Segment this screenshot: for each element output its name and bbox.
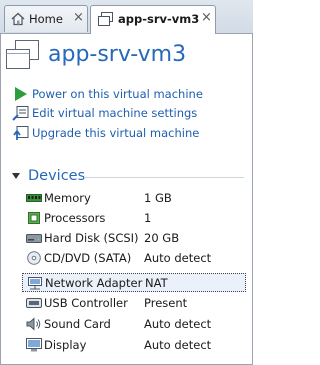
section-divider bbox=[84, 177, 244, 178]
vm-large-icon bbox=[6, 40, 40, 73]
tab-home[interactable]: Home × bbox=[4, 5, 88, 32]
tab-app-srv-vm3[interactable]: app-srv-vm3 × bbox=[90, 5, 216, 34]
upgrade-action[interactable]: Upgrade this virtual machine bbox=[12, 124, 199, 142]
device-row-memory[interactable]: Memory 1 GB bbox=[22, 189, 246, 208]
edit-settings-action[interactable]: Edit virtual machine settings bbox=[12, 104, 197, 122]
edit-settings-label: Edit virtual machine settings bbox=[32, 106, 198, 120]
upgrade-label: Upgrade this virtual machine bbox=[32, 126, 200, 140]
network-adapter-icon bbox=[27, 276, 43, 290]
device-value: Auto detect bbox=[144, 251, 212, 265]
tab-vm-close-icon[interactable]: × bbox=[201, 10, 212, 25]
device-name: USB Controller bbox=[44, 296, 128, 310]
devices-title: Devices bbox=[28, 168, 86, 184]
upgrade-icon bbox=[12, 125, 30, 141]
devices-section-header[interactable]: Devices bbox=[12, 168, 85, 184]
hard-disk-icon bbox=[26, 231, 42, 245]
device-name: Display bbox=[44, 338, 87, 352]
processor-icon bbox=[26, 211, 42, 225]
vm-tab-icon bbox=[98, 12, 113, 29]
home-icon bbox=[11, 12, 25, 29]
tab-home-label: Home bbox=[29, 12, 63, 26]
memory-icon bbox=[26, 191, 42, 205]
collapse-triangle-icon[interactable] bbox=[12, 173, 20, 179]
device-row-display[interactable]: Display Auto detect bbox=[22, 336, 246, 355]
device-row-network-adapter[interactable]: Network Adapter NAT bbox=[22, 273, 246, 292]
cd-dvd-icon bbox=[26, 251, 42, 265]
device-name: Processors bbox=[44, 211, 106, 225]
device-row-usb-controller[interactable]: USB Controller Present bbox=[22, 294, 246, 313]
sound-card-icon bbox=[26, 317, 42, 331]
device-name: Sound Card bbox=[44, 317, 111, 331]
device-value: Present bbox=[144, 296, 188, 310]
device-row-hard-disk[interactable]: Hard Disk (SCSI) 20 GB bbox=[22, 229, 246, 248]
device-value: 20 GB bbox=[144, 231, 180, 245]
power-on-label: Power on this virtual machine bbox=[32, 87, 203, 101]
device-value: NAT bbox=[145, 276, 168, 290]
device-name: Memory bbox=[44, 191, 91, 205]
device-row-cd-dvd[interactable]: CD/DVD (SATA) Auto detect bbox=[22, 249, 246, 268]
power-on-action[interactable]: Power on this virtual machine bbox=[12, 85, 203, 103]
device-value: 1 bbox=[144, 211, 152, 225]
device-row-processors[interactable]: Processors 1 bbox=[22, 209, 246, 228]
device-name: Hard Disk (SCSI) bbox=[44, 231, 139, 245]
tab-vm-label: app-srv-vm3 bbox=[118, 12, 200, 26]
usb-icon bbox=[26, 296, 42, 310]
device-value: 1 GB bbox=[144, 191, 172, 205]
tab-home-close-icon[interactable]: × bbox=[73, 10, 84, 25]
settings-icon bbox=[12, 105, 30, 121]
device-name: Network Adapter bbox=[45, 276, 143, 290]
vm-title: app-srv-vm3 bbox=[48, 42, 187, 67]
tab-strip: Home × app-srv-vm3 × bbox=[0, 0, 253, 34]
play-icon bbox=[12, 86, 30, 102]
device-row-sound-card[interactable]: Sound Card Auto detect bbox=[22, 315, 246, 334]
device-name: CD/DVD (SATA) bbox=[44, 251, 132, 265]
device-value: Auto detect bbox=[144, 338, 212, 352]
device-value: Auto detect bbox=[144, 317, 212, 331]
display-icon bbox=[26, 338, 42, 352]
